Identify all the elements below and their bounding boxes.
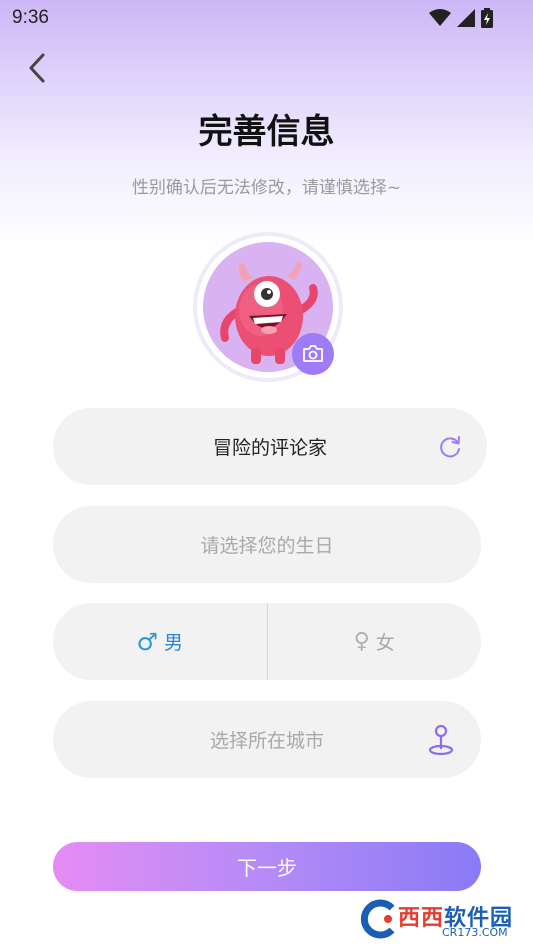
gender-male-option[interactable]: ♂ 男 — [53, 603, 267, 680]
change-avatar-button[interactable] — [292, 333, 334, 375]
page-subtitle: 性别确认后无法修改，请谨慎选择~ — [131, 178, 402, 198]
location-pin-icon[interactable] — [427, 723, 455, 757]
gender-female-option[interactable]: ♀ 女 — [268, 603, 482, 680]
city-field[interactable]: 选择所在城市 — [53, 701, 481, 778]
cellular-signal-icon — [457, 9, 475, 27]
back-button[interactable] — [20, 50, 54, 86]
watermark-c-icon — [360, 899, 395, 939]
gender-selector[interactable]: ♂ 男 ♀ 女 — [53, 603, 481, 680]
female-icon: ♀ — [353, 629, 370, 654]
refresh-icon[interactable] — [437, 434, 463, 460]
male-icon: ♂ — [136, 627, 158, 656]
watermark-logo: 西西软件园 CR173.COM — [358, 898, 518, 944]
status-time: 9:36 — [12, 7, 49, 28]
status-bar: 9:36 — [0, 0, 533, 38]
nickname-value[interactable]: 冒险的评论家 — [53, 408, 487, 485]
birthday-placeholder: 请选择您的生日 — [200, 535, 334, 557]
birthday-field[interactable]: 请选择您的生日 — [53, 506, 481, 583]
page-title: 完善信息 — [198, 112, 335, 152]
chevron-left-icon — [29, 53, 45, 83]
watermark-domain: CR173.COM — [442, 926, 508, 939]
status-icons — [429, 8, 493, 28]
camera-icon — [303, 345, 323, 362]
next-button[interactable]: 下一步 — [53, 842, 481, 891]
nickname-field[interactable]: 冒险的评论家 — [53, 408, 487, 485]
city-placeholder: 选择所在城市 — [209, 730, 324, 752]
gender-male-label: 男 — [164, 632, 184, 654]
wifi-icon — [429, 9, 451, 26]
battery-charging-icon — [481, 8, 493, 28]
gender-female-label: 女 — [375, 632, 395, 654]
